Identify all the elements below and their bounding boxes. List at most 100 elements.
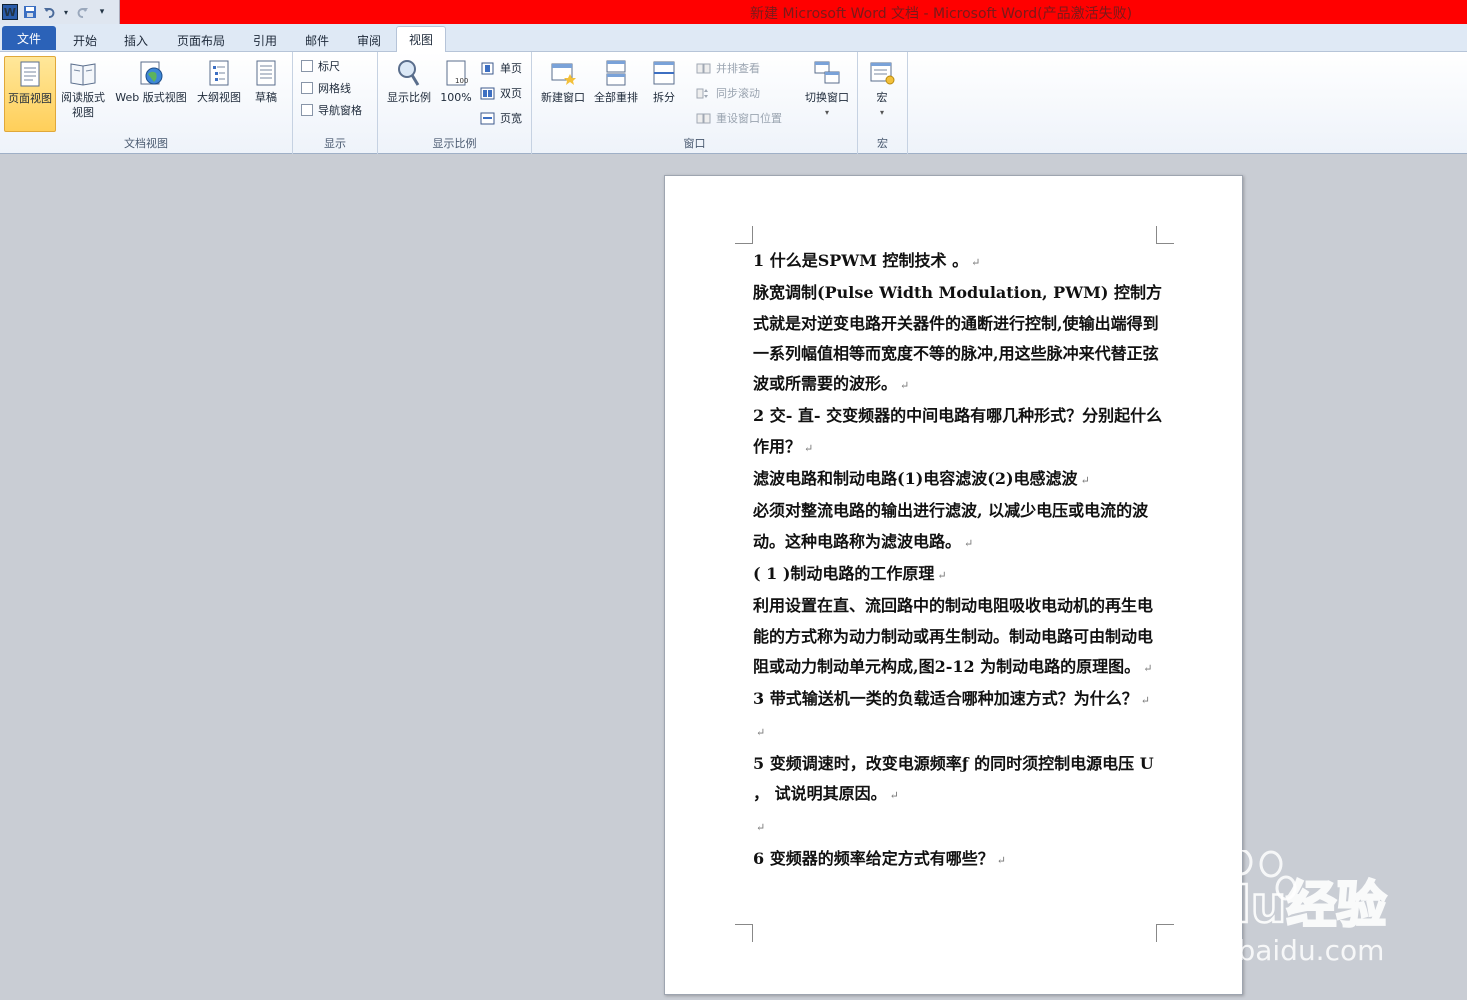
paragraph-text: ( 1 )制动电路的工作原理 [753, 563, 935, 583]
paragraph-text: 3 带式输送机一类的负载适合哪种加速方式？为什么？ [753, 689, 1138, 709]
reading-layout-button[interactable]: 阅读版式 视图 [57, 56, 109, 132]
macros-button[interactable]: 宏 ▾ [858, 56, 906, 132]
paragraph-mark: ↵ [971, 256, 981, 269]
sync-scroll-icon [696, 88, 708, 98]
nav-pane-label: 导航窗格 [318, 104, 362, 117]
globe-icon [140, 61, 163, 85]
paragraph[interactable]: 2 交- 直- 交变频器的中间电路有哪几种形式？分别起什么作用？ ↵ [753, 401, 1163, 464]
chevron-down-icon: ▾ [824, 108, 829, 117]
reset-window-icon [696, 113, 711, 123]
nav-pane-checkbox[interactable]: 导航窗格 [301, 100, 362, 120]
group-show: 标尺 网格线 导航窗格 显示 [293, 52, 378, 154]
group-label-window: 窗口 [683, 137, 706, 150]
tab-review[interactable]: 审阅 [348, 28, 390, 52]
web-layout-button[interactable]: Web 版式视图 [110, 56, 192, 132]
two-pages-icon [480, 87, 495, 99]
chevron-down-icon: ▾ [879, 108, 884, 117]
draft-label: 草稿 [255, 91, 277, 104]
baidu-watermark: Baidu经验 jingyan.baidu.com [1125, 848, 1426, 980]
checkbox-box[interactable] [301, 82, 313, 94]
checkbox-box[interactable] [301, 104, 313, 116]
group-label-macros: 宏 [877, 137, 888, 150]
zoom-100-button[interactable]: 100 100% [434, 56, 478, 132]
watermark-brand: Baidu经验 [1126, 876, 1386, 934]
split-button[interactable]: 拆分 [642, 56, 686, 132]
paragraph[interactable]: 滤波电路和制动电路(1)电容滤波(2)电感滤波 ↵ [753, 464, 1163, 496]
paragraph[interactable]: 5 变频调速时，改变电源频率ƒ 的同时须控制电源电压 U ， 试说明其原因。 ↵ [753, 749, 1163, 812]
page-width-label: 页宽 [500, 112, 522, 125]
ribbon: 页面视图 阅读版式 视图 Web 版式视图 大纲视图 草稿 文档视图 标尺 网格… [0, 52, 1467, 154]
tab-mailings[interactable]: 邮件 [296, 28, 338, 52]
window-title: 新建 Microsoft Word 文档 - Microsoft Word(产品… [750, 6, 1133, 22]
arrange-all-icon [606, 60, 626, 86]
group-label-document-views: 文档视图 [124, 137, 168, 150]
paragraph[interactable]: 脉宽调制(Pulse Width Modulation, PWM) 控制方式就是… [753, 278, 1163, 401]
tab-home[interactable]: 开始 [64, 28, 106, 52]
paragraph-mark: ↵ [937, 568, 947, 582]
paragraph-mark: ↵ [804, 441, 814, 455]
paragraph-text: 滤波电路和制动电路(1)电容滤波(2)电感滤波 [753, 469, 1078, 489]
tab-references[interactable]: 引用 [244, 28, 286, 52]
paragraph[interactable]: 3 带式输送机一类的负载适合哪种加速方式？为什么？ ↵ [753, 684, 1163, 716]
paragraph[interactable]: 6 变频器的频率给定方式有哪些？ ↵ [753, 844, 1163, 876]
zoom-button[interactable]: 显示比例 [382, 56, 436, 132]
paragraph-mark: ↵ [889, 789, 899, 803]
side-by-side-button[interactable]: 并排查看 [696, 58, 760, 78]
paragraph[interactable]: 利用设置在直、流回路中的制动电阻吸收电动机的再生电能的方式称为动力制动或再生制动… [753, 591, 1163, 684]
split-label: 拆分 [653, 91, 675, 104]
word-logo-icon[interactable]: W [2, 4, 18, 20]
switch-windows-label: 切换窗口 [805, 91, 849, 104]
paragraph-text: 6 变频器的频率给定方式有哪些？ [753, 848, 994, 868]
paragraph[interactable]: ( 1 )制动电路的工作原理 ↵ [753, 559, 1163, 591]
tab-file[interactable]: 文件 [2, 26, 56, 50]
print-layout-label: 页面视图 [8, 92, 52, 105]
zoom-100-label: 100% [440, 91, 472, 104]
empty-paragraph[interactable]: ↵ [753, 716, 1163, 748]
sync-scroll-button[interactable]: 同步滚动 [696, 83, 760, 103]
macros-label: 宏 [876, 91, 888, 104]
paragraph-text: 脉宽调制(Pulse Width Modulation, PWM) 控制方式就是… [753, 283, 1163, 394]
empty-paragraph[interactable]: ↵ [753, 811, 1163, 843]
two-pages-button[interactable]: 双页 [480, 83, 522, 103]
ruler-checkbox[interactable]: 标尺 [301, 56, 340, 76]
document-body[interactable]: 1 什么是SPWM 控制技术 。 ↵ 脉宽调制(Pulse Width Modul… [753, 246, 1163, 876]
tab-view[interactable]: 视图 [396, 26, 446, 52]
page-width-button[interactable]: 页宽 [480, 108, 522, 128]
paragraph-text: 5 变频调速时，改变电源频率ƒ 的同时须控制电源电压 U ， 试说明其原因。 [753, 753, 1154, 804]
title-bar: W ▾ ▾ 新建 Microsoft Word 文档 - Microsoft W… [0, 0, 1467, 24]
paragraph[interactable]: 1 什么是SPWM 控制技术 。 ↵ [753, 246, 1163, 278]
group-document-views: 页面视图 阅读版式 视图 Web 版式视图 大纲视图 草稿 文档视图 [0, 52, 293, 154]
save-icon[interactable] [22, 4, 38, 20]
switch-windows-button[interactable]: 切换窗口 ▾ [800, 56, 854, 132]
open-book-icon [70, 63, 96, 86]
draft-button[interactable]: 草稿 [242, 56, 290, 132]
paragraph-mark: ↵ [996, 853, 1006, 867]
redo-icon[interactable] [74, 4, 90, 20]
print-layout-button[interactable]: 页面视图 [4, 56, 56, 132]
undo-icon[interactable] [42, 4, 58, 20]
arrange-all-label: 全部重排 [594, 91, 638, 104]
page-100-icon: 100 [446, 60, 468, 86]
paragraph[interactable]: 必须对整流电路的输出进行滤波, 以减少电压或电流的波动。这种电路称为滤波电路。 ↵ [753, 496, 1163, 559]
arrange-all-button[interactable]: 全部重排 [590, 56, 642, 132]
tab-page-layout[interactable]: 页面布局 [168, 28, 234, 52]
outline-button[interactable]: 大纲视图 [193, 56, 245, 132]
group-macros: 宏 ▾ 宏 [858, 52, 908, 154]
two-pages-label: 双页 [500, 87, 522, 100]
customize-icon[interactable]: ▾ [94, 4, 110, 20]
one-page-button[interactable]: 单页 [480, 58, 522, 78]
magnifier-icon [398, 60, 420, 86]
side-by-side-label: 并排查看 [716, 62, 760, 75]
chevron-down-icon[interactable]: ▾ [62, 4, 70, 20]
checkbox-box[interactable] [301, 60, 313, 72]
gridlines-checkbox[interactable]: 网格线 [301, 78, 351, 98]
reset-window-position-button[interactable]: 重设窗口位置 [696, 108, 782, 128]
switch-windows-icon [814, 61, 840, 84]
reading-layout-label: 阅读版式 视图 [61, 91, 105, 119]
new-window-icon [551, 63, 576, 85]
new-window-button[interactable]: 新建窗口 [536, 56, 590, 132]
paragraph-text: 1 什么是SPWM 控制技术 。 [753, 251, 969, 270]
tab-insert[interactable]: 插入 [114, 28, 158, 52]
web-layout-label: Web 版式视图 [115, 91, 187, 104]
zoom-label: 显示比例 [387, 91, 431, 104]
